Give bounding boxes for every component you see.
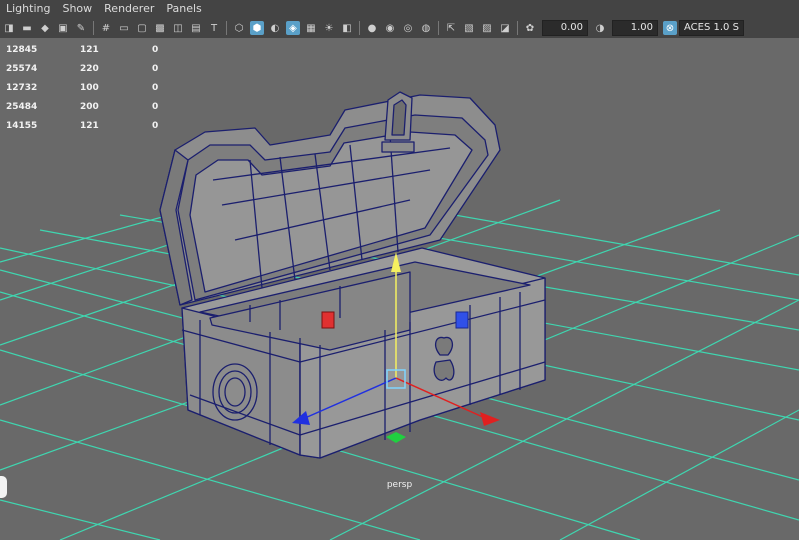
isolate-select-icon[interactable]: ⇱: [444, 21, 458, 35]
hud-value: 200: [80, 101, 99, 112]
anti-aliasing-icon[interactable]: ◎: [401, 21, 415, 35]
hud-value: 121: [80, 120, 99, 131]
textured-icon[interactable]: ▦: [304, 21, 318, 35]
hud-value: 12845: [6, 44, 38, 55]
gamma-field[interactable]: 1.00: [612, 20, 658, 36]
hud-value: 220: [80, 63, 99, 74]
exposure-field[interactable]: 0.00: [542, 20, 588, 36]
toolbar-separator: [226, 21, 227, 35]
panel-toolbar: ◨ ▬ ◆ ▣ ✎ # ▭ ▢ ▩ ◫ ▤ T ⬡ ⬢ ◐ ◈ ▦ ☀ ◧ ● …: [0, 18, 799, 39]
x-axis-arrow: [480, 412, 500, 426]
film-gate-icon[interactable]: ▭: [117, 21, 131, 35]
hud-value: 0: [152, 63, 159, 74]
color-management-icon[interactable]: ⊗: [663, 21, 677, 35]
bookmark-icon[interactable]: ◆: [38, 21, 52, 35]
pivot-point: [386, 432, 406, 443]
hud-row: 12732 100 0: [6, 78, 172, 97]
hud-row: 25484 200 0: [6, 97, 172, 116]
xray-icon[interactable]: ▧: [462, 21, 476, 35]
xy-plane-handle: [321, 311, 335, 329]
toolbar-separator: [438, 21, 439, 35]
grid-icon[interactable]: #: [99, 21, 113, 35]
toolbar-separator: [359, 21, 360, 35]
wireframe-icon[interactable]: ⬡: [232, 21, 246, 35]
menu-panels[interactable]: Panels: [160, 0, 207, 18]
hud-value: 121: [80, 44, 99, 55]
menu-show[interactable]: Show: [56, 0, 98, 18]
field-chart-icon[interactable]: ◫: [171, 21, 185, 35]
hud-row: 25574 220 0: [6, 59, 172, 78]
menu-renderer[interactable]: Renderer: [98, 0, 160, 18]
screen-space-ao-icon[interactable]: ●: [365, 21, 379, 35]
select-camera-icon[interactable]: ◨: [2, 21, 16, 35]
shadows-icon[interactable]: ◧: [340, 21, 354, 35]
camera-name-label: persp: [386, 480, 413, 490]
depth-of-field-icon[interactable]: ◍: [419, 21, 433, 35]
motion-blur-icon[interactable]: ◉: [383, 21, 397, 35]
xray-joints-icon[interactable]: ◪: [498, 21, 512, 35]
grease-pencil-icon[interactable]: ✎: [74, 21, 88, 35]
resolution-gate-icon[interactable]: ▢: [135, 21, 149, 35]
hud-row: 12845 121 0: [6, 40, 172, 59]
hud-value: 0: [152, 101, 159, 112]
hud-value: 0: [152, 82, 159, 93]
yz-plane-handle: [455, 311, 469, 329]
hud-value: 100: [80, 82, 99, 93]
toolbar-separator: [517, 21, 518, 35]
toolbar-separator: [93, 21, 94, 35]
hud-value: 0: [152, 120, 159, 131]
exposure-icon[interactable]: ✿: [523, 21, 537, 35]
wireframe-on-shaded-icon[interactable]: ◈: [286, 21, 300, 35]
hud-value: 0: [152, 44, 159, 55]
smooth-shade-icon[interactable]: ⬢: [250, 21, 264, 35]
viewport-3d[interactable]: 12845 121 0 25574 220 0 12732 100 0 2548…: [0, 38, 799, 540]
menu-lighting[interactable]: Lighting: [0, 0, 56, 18]
gamma-icon[interactable]: ◑: [593, 21, 607, 35]
gate-mask-icon[interactable]: ▩: [153, 21, 167, 35]
hud-value: 14155: [6, 120, 38, 131]
image-plane-icon[interactable]: ▣: [56, 21, 70, 35]
poly-count-hud: 12845 121 0 25574 220 0 12732 100 0 2548…: [6, 40, 172, 135]
default-material-icon[interactable]: ◐: [268, 21, 282, 35]
safe-action-icon[interactable]: ▤: [189, 21, 203, 35]
xray-active-icon[interactable]: ▨: [480, 21, 494, 35]
hud-value: 25484: [6, 101, 38, 112]
hud-value: 12732: [6, 82, 38, 93]
hud-value: 25574: [6, 63, 38, 74]
hud-row: 14155 121 0: [6, 116, 172, 135]
panel-menu-bar: Lighting Show Renderer Panels: [0, 0, 799, 18]
view-transform-field[interactable]: ACES 1.0 S: [679, 20, 744, 36]
lights-icon[interactable]: ☀: [322, 21, 336, 35]
safe-title-icon[interactable]: T: [207, 21, 221, 35]
camera-attributes-icon[interactable]: ▬: [20, 21, 34, 35]
panel-corner-tab[interactable]: [0, 476, 7, 498]
